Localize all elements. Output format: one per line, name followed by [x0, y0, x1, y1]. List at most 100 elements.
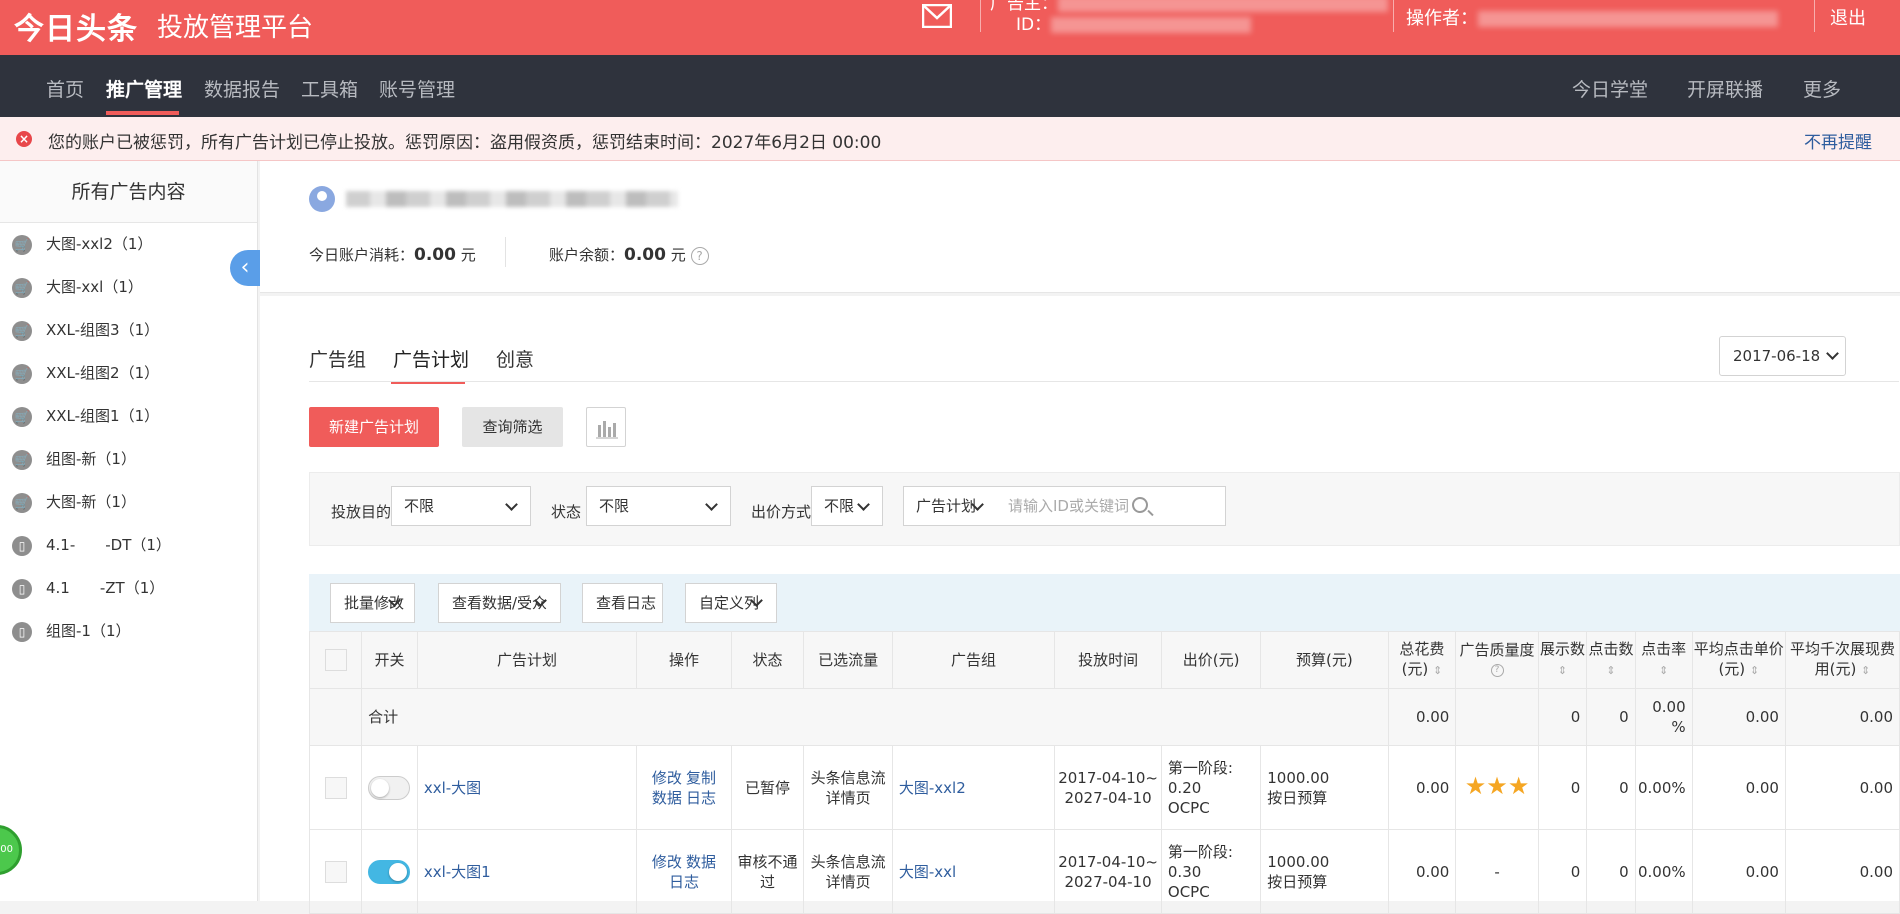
bid-label: 出价方式: [751, 503, 812, 521]
sidebar-item[interactable]: ▯ 4.1- -DT（1）: [0, 524, 257, 567]
ctr-label: 点击率: [1641, 640, 1687, 658]
tab-ad-plan[interactable]: 广告计划: [393, 345, 469, 372]
tab-creative[interactable]: 创意: [496, 345, 534, 372]
sidebar-item[interactable]: ▯ 组图-1（1）: [0, 610, 257, 653]
nav-account[interactable]: 账号管理: [379, 75, 455, 102]
cart-icon: 🛒: [12, 235, 32, 255]
plan-name-link[interactable]: xxl-大图: [424, 779, 481, 797]
group-link[interactable]: 大图-xxl: [899, 863, 956, 881]
nav-home[interactable]: 首页: [46, 75, 84, 102]
col-switch: 开关: [361, 631, 418, 689]
nav-school[interactable]: 今日学堂: [1572, 75, 1648, 102]
help-icon[interactable]: ?: [1490, 664, 1504, 677]
sidebar-item-label: 4.1 -ZT（1）: [46, 579, 165, 597]
header-divider: [1814, 0, 1815, 32]
sidebar-item[interactable]: ▯ 4.1 -ZT（1）: [0, 567, 257, 610]
bid-value: 0.20: [1167, 778, 1202, 797]
col-cpc[interactable]: 平均点击单价(元) ⇕: [1691, 631, 1786, 689]
star-icon: ★: [1486, 772, 1508, 800]
plan-name-cell: xxl-大图: [416, 745, 638, 830]
edit-link[interactable]: 修改: [652, 853, 682, 871]
log-link[interactable]: 日志: [686, 789, 716, 807]
row-checkbox[interactable]: [324, 860, 347, 883]
sidebar-item[interactable]: 🛒 大图-新（1）: [0, 481, 257, 524]
ops-cell: 修改 复制 数据 日志: [636, 745, 732, 830]
batch-edit-button[interactable]: 批量修改: [330, 583, 415, 623]
col-impressions[interactable]: 展示数 ⇕: [1537, 631, 1588, 689]
search-input[interactable]: 请输入ID或关键词: [996, 486, 1226, 526]
edit-link[interactable]: 修改: [652, 769, 682, 787]
phone-icon: ▯: [12, 622, 32, 642]
sidebar-item-label: XXL-组图3（1）: [46, 321, 160, 339]
search-scope-select[interactable]: 广告计划: [903, 486, 997, 526]
group-cell: 大图-xxl2: [891, 745, 1056, 830]
tab-ad-group[interactable]: 广告组: [309, 345, 366, 372]
nav-active-indicator: [106, 111, 179, 115]
sidebar-item[interactable]: 🛒 XXL-组图2（1）: [0, 352, 257, 395]
account-balance: 账户余额：0.00 元 ?: [549, 244, 709, 265]
collapse-sidebar-button[interactable]: ‹: [230, 250, 260, 286]
logout-link[interactable]: 退出: [1830, 4, 1866, 30]
advertiser-label: 广告主：: [990, 0, 1058, 14]
sidebar-item[interactable]: 🛒 大图-xxl2（1）: [0, 223, 257, 266]
search-icon[interactable]: [1132, 497, 1148, 513]
custom-columns-button[interactable]: 自定义列: [685, 583, 777, 623]
row-checkbox[interactable]: [324, 776, 347, 799]
sidebar-item[interactable]: 🛒 XXL-组图3（1）: [0, 309, 257, 352]
nav-toolbox[interactable]: 工具箱: [301, 75, 358, 102]
sidebar-item[interactable]: 🛒 大图-xxl（1）: [0, 266, 257, 309]
bar-chart-icon: [596, 421, 618, 439]
chevron-down-icon: [505, 498, 518, 511]
group-link[interactable]: 大图-xxl2: [899, 779, 966, 797]
col-ctr[interactable]: 点击率 ⇕: [1634, 631, 1693, 689]
date-value: 2017-06-18: [1733, 347, 1821, 365]
nav-data-report[interactable]: 数据报告: [204, 75, 280, 102]
new-plan-button[interactable]: 新建广告计划: [309, 407, 439, 447]
mail-icon[interactable]: [922, 4, 952, 28]
help-icon[interactable]: ?: [690, 246, 709, 265]
sort-icon: ⇕: [1861, 664, 1871, 677]
data-link[interactable]: 数据: [686, 853, 716, 871]
account-summary: 今日账户消耗：0.00 元 账户余额：0.00 元 ?: [260, 161, 1900, 293]
goal-select[interactable]: 不限: [391, 486, 531, 526]
nav-promotion[interactable]: 推广管理: [106, 75, 182, 102]
nav-more[interactable]: 更多: [1803, 75, 1841, 102]
query-filter-button[interactable]: 查询筛选: [462, 407, 563, 447]
view-data-button[interactable]: 查看数据/受众: [438, 583, 561, 623]
sidebar-title[interactable]: 所有广告内容: [0, 161, 257, 223]
col-cpm[interactable]: 平均千次展现费用(元) ⇕: [1784, 631, 1900, 689]
dismiss-alert-link[interactable]: 不再提醒: [1804, 128, 1872, 153]
cart-icon: 🛒: [12, 278, 32, 298]
sidebar-item[interactable]: 🛒 组图-新（1）: [0, 438, 257, 481]
brand-logo[interactable]: 今日头条: [14, 4, 138, 48]
cart-icon: 🛒: [12, 321, 32, 341]
select-all-checkbox[interactable]: [324, 649, 347, 671]
operator-name-redacted: [1478, 11, 1778, 27]
chevron-down-icon: [705, 498, 718, 511]
date-picker[interactable]: 2017-06-18: [1719, 336, 1846, 376]
filter-bar: 投放目的 不限 状态 不限 出价方式 不限 广告计划 请输入ID或关键词: [309, 472, 1900, 546]
plan-name-link[interactable]: xxl-大图1: [424, 863, 491, 881]
plan-toggle-on[interactable]: [368, 859, 411, 884]
phone-icon: ▯: [12, 536, 32, 556]
col-clicks[interactable]: 点击数 ⇕: [1586, 631, 1636, 689]
view-log-button[interactable]: 查看日志: [582, 583, 663, 623]
copy-link[interactable]: 复制: [686, 769, 716, 787]
bid-select[interactable]: 不限: [811, 486, 883, 526]
user-icon: [309, 186, 335, 212]
alert-message: 您的账户已被惩罚，所有广告计划已停止投放。惩罚原因：盗用假资质，惩罚结束时间：2…: [48, 133, 882, 153]
col-total-cost[interactable]: 总花费(元) ⇕: [1387, 631, 1457, 689]
chart-toggle-button[interactable]: [586, 407, 626, 447]
nav-splash-union[interactable]: 开屏联播: [1687, 75, 1763, 102]
sidebar-item[interactable]: 🛒 XXL-组图1（1）: [0, 395, 257, 438]
cpm-label: 平均千次展现费用(元): [1789, 640, 1895, 678]
cart-icon: 🛒: [12, 450, 32, 470]
data-link[interactable]: 数据: [652, 789, 682, 807]
status-select[interactable]: 不限: [586, 486, 731, 526]
sort-icon: ⇕: [1433, 664, 1443, 677]
sum-label: 合计: [361, 688, 1389, 746]
goal-label: 投放目的: [331, 503, 392, 521]
log-link[interactable]: 日志: [669, 873, 699, 891]
today-cost-label: 今日账户消耗：: [309, 246, 415, 264]
plan-toggle-off[interactable]: [368, 775, 411, 800]
